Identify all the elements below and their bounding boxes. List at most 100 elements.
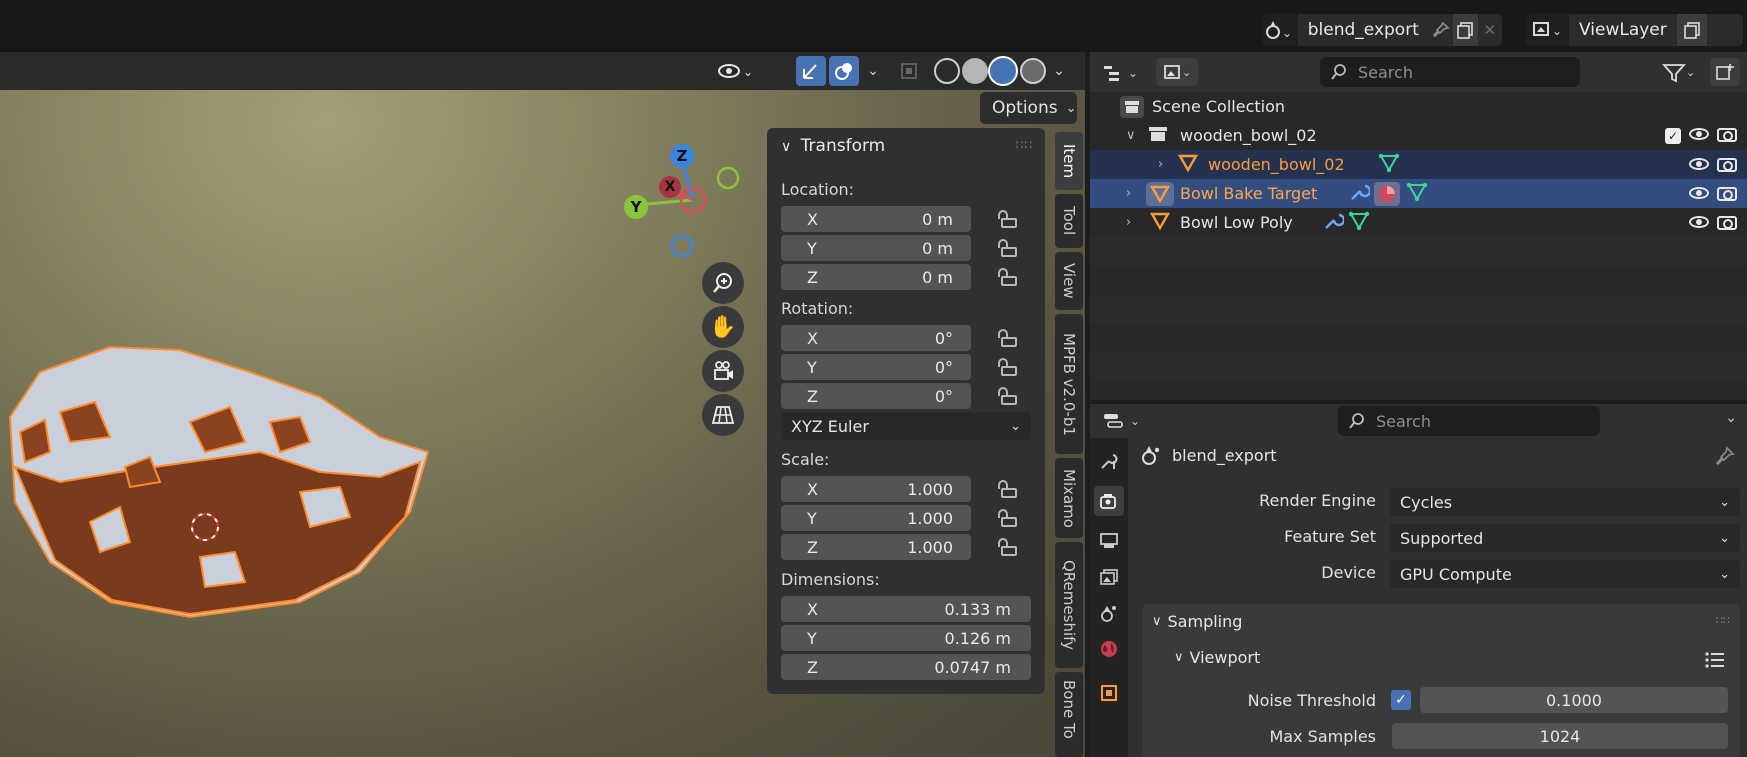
tool-tab-icon[interactable] <box>1094 446 1124 476</box>
gizmo-toggle-icon[interactable] <box>796 56 826 86</box>
zoom-icon[interactable] <box>702 262 744 304</box>
outliner-scene-collection[interactable]: Scene Collection <box>1090 92 1747 121</box>
lock-icon[interactable] <box>995 480 1017 498</box>
dimensions-x-field[interactable]: X 0.133 m <box>781 596 1031 622</box>
outliner-row-collection[interactable]: ∨ wooden_bowl_02 ✓ <box>1090 121 1747 150</box>
wrench-icon[interactable] <box>1348 181 1372 207</box>
sampling-header[interactable]: ∨ Sampling <box>1152 612 1242 631</box>
rotation-x-field[interactable]: X 0° <box>781 325 971 351</box>
tab-qremeshify[interactable]: QRemeshify <box>1055 542 1083 668</box>
overlay-toggle-icon[interactable] <box>829 56 859 86</box>
lock-icon[interactable] <box>995 268 1017 286</box>
gizmo-x-axis[interactable]: X <box>659 176 681 198</box>
lock-icon[interactable] <box>995 329 1017 347</box>
xray-icon[interactable] <box>896 56 922 86</box>
output-tab-icon[interactable] <box>1094 526 1124 556</box>
display-mode-dropdown[interactable]: ⌄ <box>1102 60 1144 86</box>
location-z-field[interactable]: Z 0 m <box>781 264 971 290</box>
mesh-data-icon[interactable] <box>1348 211 1370 235</box>
lock-icon[interactable] <box>995 358 1017 376</box>
tab-mixamo[interactable]: Mixamo <box>1055 458 1083 538</box>
view-layer-name[interactable]: ViewLayer <box>1569 20 1677 40</box>
camera-icon[interactable] <box>1717 157 1737 172</box>
rotation-mode-dropdown[interactable]: XYZ Euler ⌄ <box>781 412 1031 440</box>
outliner-row-object[interactable]: › wooden_bowl_02 <box>1090 150 1747 179</box>
mesh-data-icon[interactable] <box>1378 153 1400 177</box>
scale-z-field[interactable]: Z 1.000 <box>781 534 971 560</box>
tab-tool[interactable]: Tool <box>1055 194 1083 248</box>
chevron-right-icon[interactable]: › <box>1126 215 1131 230</box>
tab-item[interactable]: Item <box>1055 132 1083 190</box>
material-icon[interactable] <box>1374 181 1400 206</box>
rotation-z-field[interactable]: Z 0° <box>781 383 971 409</box>
gizmo-z-axis[interactable]: Z <box>670 144 694 168</box>
scale-y-field[interactable]: Y 1.000 <box>781 505 971 531</box>
editor-type-dropdown[interactable]: ⌄ <box>1102 408 1144 434</box>
render-engine-dropdown[interactable]: Cycles ⌄ <box>1390 488 1740 516</box>
device-dropdown[interactable]: GPU Compute ⌄ <box>1390 560 1740 588</box>
bowl-mesh[interactable] <box>0 302 440 642</box>
camera-icon[interactable] <box>1717 186 1737 201</box>
render-tab-icon[interactable] <box>1094 486 1124 516</box>
checkbox-icon[interactable]: ✓ <box>1665 127 1681 144</box>
scene-selector[interactable]: ⌄ blend_export ✕ <box>1262 14 1502 46</box>
rendered-shading-icon[interactable] <box>1020 58 1046 84</box>
eye-icon[interactable] <box>1689 186 1709 199</box>
lock-icon[interactable] <box>995 387 1017 405</box>
dimensions-y-field[interactable]: Y 0.126 m <box>781 625 1031 651</box>
new-collection-icon[interactable] <box>1710 58 1740 86</box>
pan-hand-icon[interactable]: ✋ <box>702 306 744 348</box>
pin-icon[interactable] <box>1715 446 1735 470</box>
properties-search-input[interactable]: Search <box>1338 406 1600 436</box>
view-layer-tab-icon[interactable] <box>1094 562 1124 592</box>
pin-icon[interactable] <box>1429 14 1453 46</box>
rotation-y-field[interactable]: Y 0° <box>781 354 971 380</box>
eye-icon[interactable] <box>1689 127 1709 140</box>
new-scene-icon[interactable] <box>1453 14 1478 46</box>
max-samples-field[interactable]: 1024 <box>1392 723 1728 749</box>
dimensions-z-field[interactable]: Z 0.0747 m <box>781 654 1031 680</box>
shading-dropdown-icon[interactable]: ⌄ <box>1048 56 1070 86</box>
gizmo-y-axis[interactable]: Y <box>624 195 648 219</box>
outliner-row-object[interactable]: › Bowl Low Poly <box>1090 208 1747 237</box>
material-shading-icon[interactable] <box>988 56 1018 86</box>
view-layer-selector[interactable]: ⌄ ViewLayer <box>1525 14 1743 46</box>
tab-mpfb[interactable]: MPFB v2.0-b1 <box>1055 314 1083 454</box>
chevron-down-icon[interactable]: ⌄ <box>1725 410 1737 426</box>
drag-handle-icon[interactable]: ∷∷ <box>1016 138 1033 152</box>
chevron-down-icon[interactable]: ∨ <box>1126 128 1136 143</box>
outliner-search-input[interactable]: Search <box>1320 57 1580 87</box>
tab-view[interactable]: View <box>1055 252 1083 310</box>
filter-view-icon[interactable]: ⌄ <box>1156 58 1198 86</box>
location-y-field[interactable]: Y 0 m <box>781 235 971 261</box>
lock-icon[interactable] <box>995 538 1017 556</box>
wrench-icon[interactable] <box>1322 210 1346 236</box>
feature-set-dropdown[interactable]: Supported ⌄ <box>1390 524 1740 552</box>
filter-icon[interactable]: ⌄ <box>1662 60 1702 86</box>
options-dropdown[interactable]: Options ⌄ <box>980 92 1077 124</box>
wireframe-shading-icon[interactable] <box>934 58 960 84</box>
location-x-field[interactable]: X 0 m <box>781 206 971 232</box>
noise-threshold-field[interactable]: 0.1000 <box>1420 687 1728 713</box>
world-tab-icon[interactable] <box>1094 634 1124 664</box>
lock-icon[interactable] <box>995 239 1017 257</box>
scene-tab-icon[interactable] <box>1094 598 1124 628</box>
chevron-right-icon[interactable]: › <box>1158 157 1163 172</box>
viewport-subpanel-header[interactable]: ∨ Viewport <box>1174 648 1260 667</box>
scale-x-field[interactable]: X 1.000 <box>781 476 971 502</box>
noise-threshold-checkbox[interactable]: ✓ <box>1391 690 1411 710</box>
overlay-dropdown-icon[interactable]: ⌄ <box>862 56 884 86</box>
visibility-icon[interactable]: ⌄ <box>712 56 762 86</box>
drag-handle-icon[interactable]: ∷∷ <box>1716 614 1730 627</box>
ortho-grid-icon[interactable] <box>702 394 744 436</box>
close-icon[interactable]: ✕ <box>1478 14 1502 46</box>
solid-shading-icon[interactable] <box>962 58 988 84</box>
lock-icon[interactable] <box>995 210 1017 228</box>
scene-name[interactable]: blend_export <box>1298 20 1429 40</box>
outliner-row-object[interactable]: › Bowl Bake Target <box>1090 179 1747 208</box>
camera-view-icon[interactable] <box>702 350 744 392</box>
presets-list-icon[interactable] <box>1704 650 1726 674</box>
object-tab-icon[interactable] <box>1094 678 1124 708</box>
eye-icon[interactable] <box>1689 215 1709 228</box>
chevron-right-icon[interactable]: › <box>1126 186 1131 201</box>
